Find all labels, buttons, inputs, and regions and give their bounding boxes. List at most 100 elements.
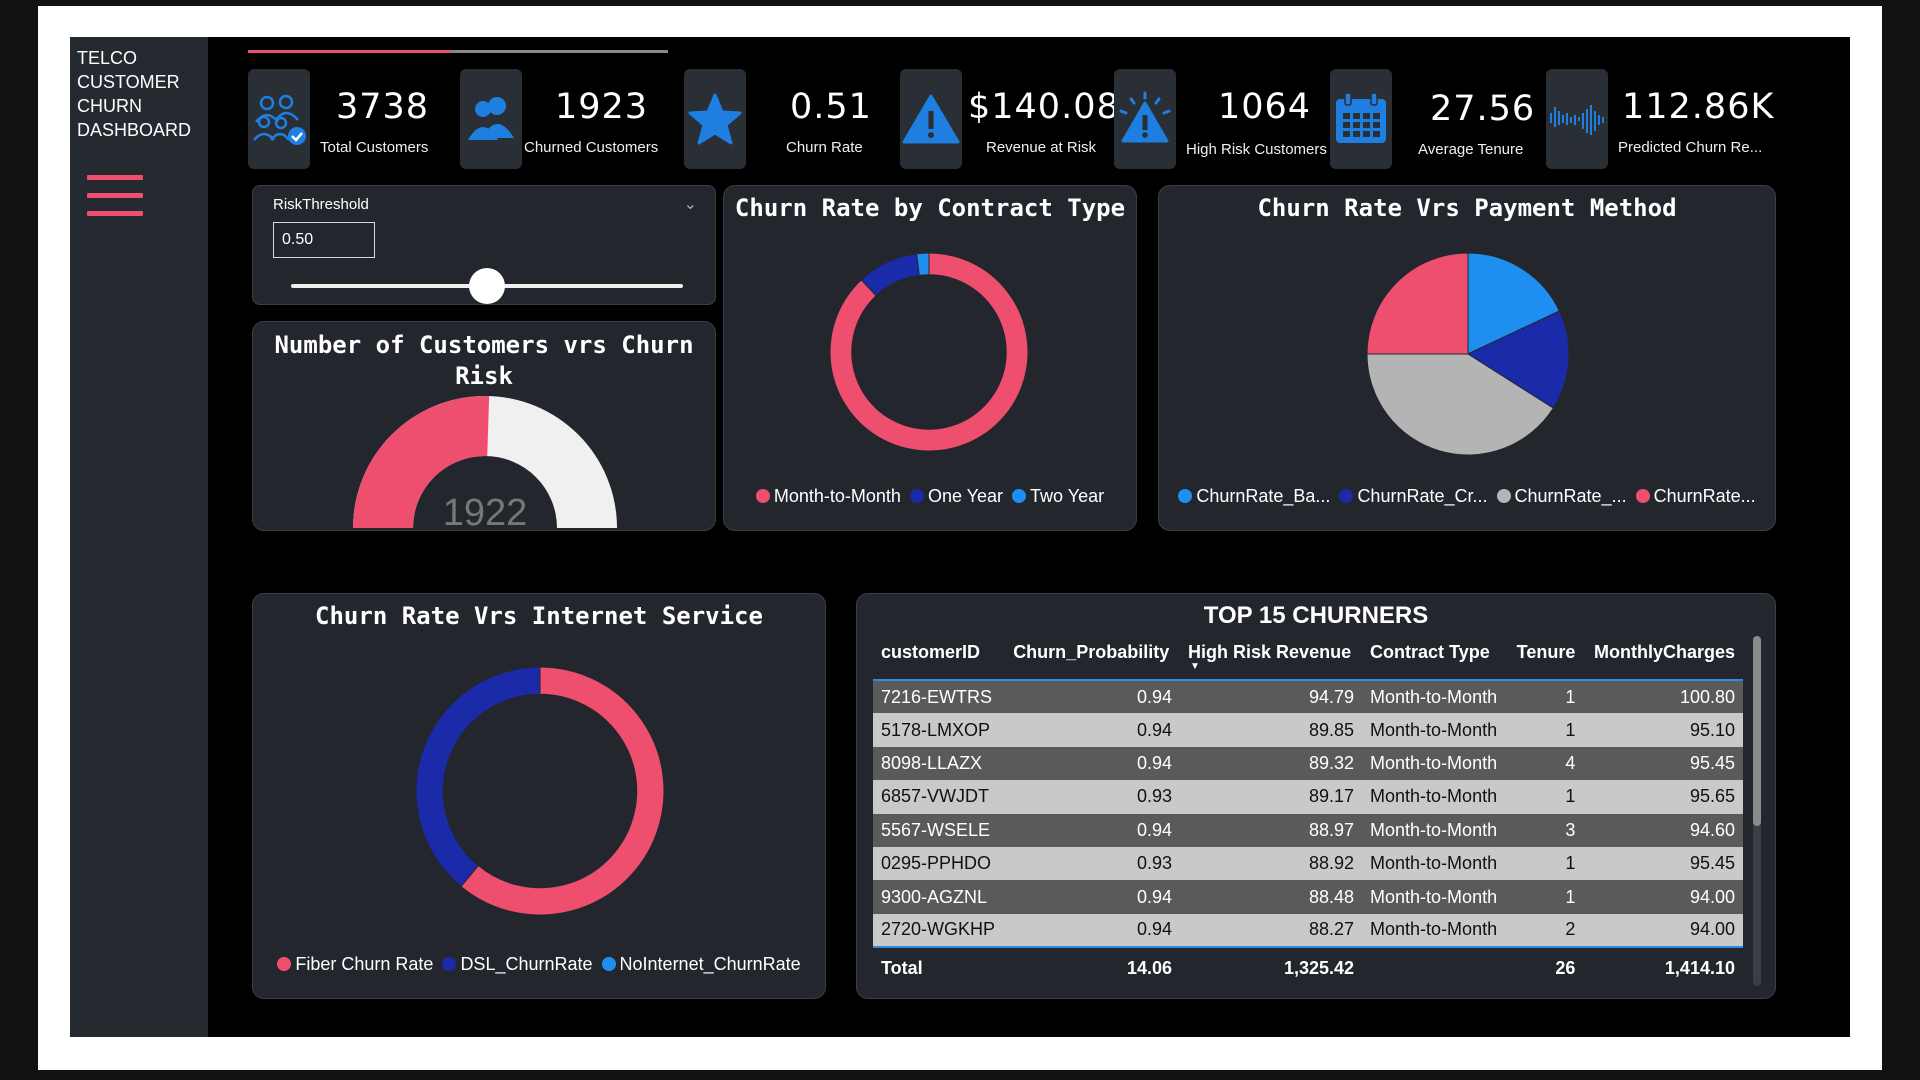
table-cell: Month-to-Month (1362, 713, 1508, 747)
legend-item[interactable]: DSL_ChurnRate (442, 954, 593, 975)
internet-donut-chart (415, 666, 665, 916)
legend-item[interactable]: One Year (909, 486, 1004, 507)
table-cell: 0.94 (1005, 880, 1181, 914)
pie-slice-one-year[interactable] (860, 253, 920, 297)
kpi-value: 0.51 (790, 87, 872, 127)
internet-legend: Fiber Churn Rate DSL_ChurnRate NoInterne… (253, 954, 825, 975)
kpi-label: Churn Rate (786, 139, 863, 156)
table-cell: 0.94 (1005, 680, 1181, 714)
column-header[interactable]: Churn_Probability (1005, 636, 1180, 680)
legend-label: Month-to-Month (773, 486, 901, 506)
table-cell: 95.45 (1583, 746, 1743, 781)
legend-item[interactable]: NoInternet_ChurnRate (601, 954, 801, 975)
kpi-label: High Risk Customers (1186, 141, 1327, 158)
total-cell: 1,414.10 (1583, 946, 1743, 990)
table-cell: 0.94 (1005, 813, 1181, 847)
internet-chart-title: Churn Rate Vrs Internet Service (315, 602, 763, 630)
kpi-total-customers: 3738 Total Customers (248, 69, 428, 169)
total-cell (1362, 946, 1508, 990)
table-cell: Month-to-Month (1362, 746, 1508, 781)
table-row[interactable]: 6857-VWJDT 0.93 89.17 Month-to-Month 1 95.65 (873, 780, 1743, 814)
payment-chart-title: Churn Rate Vrs Payment Method (1257, 194, 1677, 222)
kpi-value: 3738 (336, 87, 430, 127)
table-cell: 4 (1507, 746, 1584, 781)
column-header[interactable]: Contract Type (1362, 636, 1507, 680)
legend-item[interactable]: Month-to-Month (755, 486, 901, 507)
hamburger-menu-icon[interactable] (87, 175, 143, 217)
title-line: CUSTOMER (77, 72, 180, 92)
table-cell: 5178-LMXOP (873, 713, 1006, 747)
table-row[interactable]: 9300-AGZNL 0.94 88.48 Month-to-Month 1 94.00 (873, 880, 1743, 914)
column-header-sorted[interactable]: High Risk Revenue ▼ (1180, 636, 1362, 680)
pie-slice-dsl-churnrate[interactable] (415, 666, 541, 888)
column-header[interactable]: Tenure (1507, 636, 1583, 680)
kpi-value: 1923 (555, 87, 649, 127)
table-cell: 9300-AGZNL (873, 880, 1006, 914)
kpi-predicted-churn-revenue: 112.86K Predicted Churn Re... (1546, 69, 1776, 169)
internet-service-card: Churn Rate Vrs Internet Service Fiber Ch… (252, 593, 826, 999)
legend-item[interactable]: ChurnRate_Cr... (1339, 486, 1488, 507)
table-cell: 94.79 (1180, 680, 1363, 714)
kpi-value: 27.56 (1430, 89, 1536, 129)
table-row[interactable]: 7216-EWTRS 0.94 94.79 Month-to-Month 1 100.80 (873, 680, 1743, 714)
kpi-label: Average Tenure (1418, 141, 1524, 158)
legend-item[interactable]: Two Year (1012, 486, 1104, 507)
page-tab-bar[interactable] (248, 50, 668, 53)
kpi-average-tenure: 27.56 Average Tenure (1330, 69, 1534, 169)
table-cell: 7216-EWTRS (873, 680, 1006, 714)
legend-label: ChurnRate_Cr... (1357, 486, 1488, 506)
table-cell: 88.27 (1180, 913, 1363, 948)
table-cell: Month-to-Month (1362, 680, 1508, 714)
total-cell: 26 (1507, 946, 1584, 990)
warning-icon (900, 69, 962, 169)
kpi-label: Total Customers (320, 139, 429, 156)
table-scrollbar[interactable] (1753, 636, 1761, 986)
legend-label: One Year (927, 486, 1004, 506)
alert-burst-icon (1114, 69, 1176, 169)
table-cell: 8098-LLAZX (873, 746, 1006, 781)
legend-item[interactable]: ChurnRate_... (1496, 486, 1627, 507)
legend-item[interactable]: Fiber Churn Rate (277, 954, 433, 975)
waveform-icon (1546, 69, 1608, 169)
table-cell: 88.92 (1180, 846, 1363, 881)
table-title: TOP 15 CHURNERS (1203, 602, 1429, 629)
kpi-value: 1064 (1218, 87, 1312, 127)
table-header-row: customerID Churn_Probability High Risk R… (873, 636, 1743, 680)
churners-table: customerID Churn_Probability High Risk R… (873, 636, 1743, 990)
table-cell: 88.97 (1180, 813, 1363, 847)
table-cell: 0.93 (1005, 780, 1181, 814)
slicer-label: RiskThreshold (273, 196, 369, 213)
slider-thumb[interactable] (469, 268, 505, 304)
pie-slice-month-to-month[interactable] (829, 252, 1029, 452)
table-row[interactable]: 5567-WSELE 0.94 88.97 Month-to-Month 3 94.60 (873, 813, 1743, 847)
dashboard-canvas: TELCO CUSTOMER CHURN DASHBOARD 3738 Tota… (70, 37, 1850, 1037)
table-cell: 0.93 (1005, 846, 1181, 881)
chevron-down-icon[interactable]: ⌄ (684, 194, 697, 214)
table-cell: 100.80 (1583, 680, 1743, 714)
column-header[interactable]: MonthlyCharges (1583, 636, 1743, 680)
users-group-icon (460, 69, 522, 169)
legend-label: ChurnRate_Ba... (1196, 486, 1331, 506)
table-cell: 1 (1507, 680, 1584, 714)
scrollbar-thumb[interactable] (1753, 636, 1761, 826)
table-cell: 1 (1507, 846, 1584, 881)
table-cell: 2 (1507, 913, 1584, 948)
kpi-label: Revenue at Risk (986, 139, 1097, 156)
legend-item[interactable]: ChurnRate_Ba... (1178, 486, 1330, 507)
table-row[interactable]: 2720-WGKHP 0.94 88.27 Month-to-Month 2 94.00 (873, 913, 1743, 948)
pie-slice-two-year[interactable] (916, 252, 930, 276)
column-header[interactable]: customerID (873, 636, 1005, 680)
contract-donut-chart (829, 252, 1029, 452)
table-row[interactable]: 8098-LLAZX 0.94 89.32 Month-to-Month 4 95.45 (873, 746, 1743, 781)
legend-label: ChurnRate... (1653, 486, 1756, 506)
users-check-icon (248, 69, 310, 169)
total-cell: 14.06 (1005, 946, 1181, 990)
table-row[interactable]: 0295-PPHDO 0.93 88.92 Month-to-Month 1 95.45 (873, 846, 1743, 881)
table-cell: 95.45 (1583, 846, 1743, 881)
table-cell: 95.65 (1583, 780, 1743, 814)
pie-slice-churnrate[interactable] (1366, 252, 1469, 355)
risk-threshold-input[interactable] (273, 222, 375, 258)
legend-item[interactable]: ChurnRate... (1635, 486, 1756, 507)
table-row[interactable]: 5178-LMXOP 0.94 89.85 Month-to-Month 1 95.10 (873, 713, 1743, 747)
contract-type-card: Churn Rate by Contract Type Month-to-Mon… (723, 185, 1137, 531)
